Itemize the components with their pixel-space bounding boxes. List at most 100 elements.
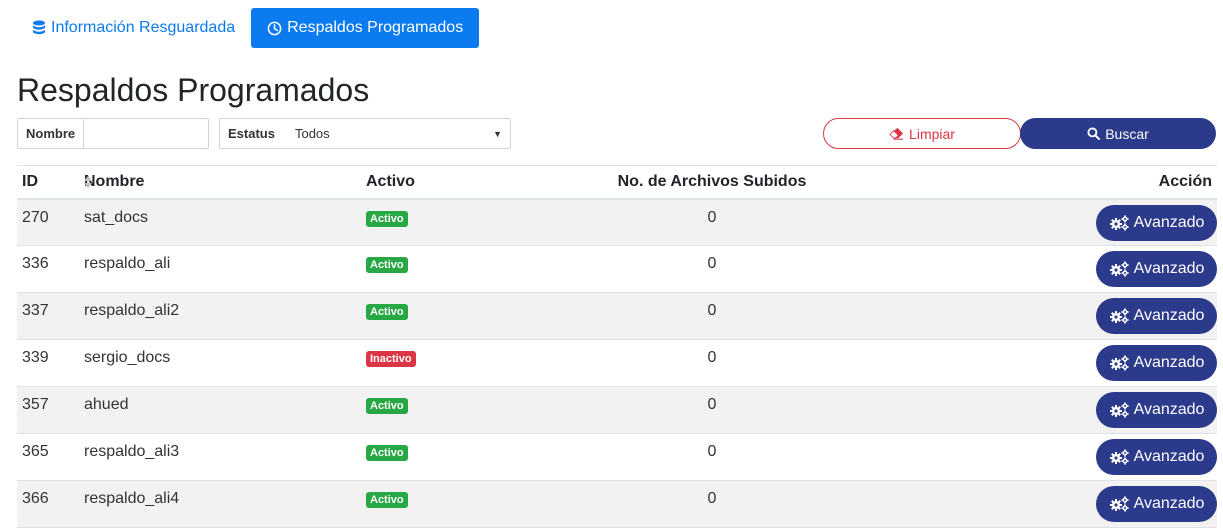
table-row: 357 ahued Activo 0 Avanzado	[17, 386, 1217, 434]
column-header-accion: Acción	[897, 165, 1217, 200]
table-body: 270 sat_docs Activo 0 Avanzado 336 respaldo_al…	[17, 198, 1217, 528]
cell-activo: Activo	[361, 481, 527, 528]
nombre-filter: Nombre	[17, 118, 209, 149]
cell-nombre: respaldo_ali	[84, 255, 171, 272]
cell-archivos: 0	[707, 490, 717, 507]
tab-informacion-resguardada[interactable]: Información Resguardada	[20, 8, 247, 48]
cell-archivos: 0	[707, 255, 717, 272]
database-icon	[33, 20, 45, 35]
gears-icon	[1109, 214, 1129, 231]
chevron-down-icon: ▼	[493, 128, 502, 139]
column-header-id[interactable]: ID	[17, 165, 92, 200]
cell-activo: Activo	[361, 387, 527, 434]
limpiar-label: Limpiar	[909, 125, 955, 142]
avanzado-label: Avanzado	[1133, 401, 1205, 418]
cell-nombre: ahued	[84, 396, 129, 413]
cell-id: 357	[22, 396, 49, 413]
status-badge: Inactivo	[366, 351, 416, 367]
eraser-icon	[889, 127, 904, 140]
avanzado-button[interactable]: Avanzado	[1096, 298, 1217, 334]
column-header-archivos[interactable]: No. de Archivos Subidos	[527, 165, 897, 200]
nombre-filter-label: Nombre	[18, 119, 85, 148]
cell-archivos: 0	[707, 443, 717, 460]
table-row: 365 respaldo_ali3 Activo 0 Avanzado	[17, 434, 1217, 481]
table-row: 366 respaldo_ali4 Activo 0 Avanzado	[17, 480, 1217, 528]
cell-accion: Avanzado	[897, 481, 1217, 528]
tab-label: Respaldos Programados	[287, 19, 464, 36]
status-badge: Activo	[366, 398, 408, 414]
cell-accion: Avanzado	[897, 293, 1217, 340]
sort-icon	[84, 176, 92, 188]
estatus-filter-label: Estatus	[220, 119, 283, 148]
avanzado-label: Avanzado	[1133, 307, 1205, 324]
gears-icon	[1109, 308, 1129, 324]
status-badge: Activo	[366, 304, 408, 320]
search-icon	[1087, 127, 1101, 140]
avanzado-label: Avanzado	[1133, 495, 1205, 512]
cell-nombre: sergio_docs	[84, 349, 171, 366]
tab-respaldos-programados[interactable]: Respaldos Programados	[251, 8, 480, 48]
gears-icon	[1109, 496, 1129, 512]
cell-accion: Avanzado	[897, 199, 1217, 246]
cell-accion: Avanzado	[897, 387, 1217, 434]
avanzado-button[interactable]: Avanzado	[1096, 439, 1217, 475]
cell-nombre: respaldo_ali3	[84, 443, 180, 460]
cell-nombre: respaldo_ali2	[84, 302, 180, 319]
cell-accion: Avanzado	[897, 340, 1217, 387]
cell-activo: Activo	[361, 246, 527, 293]
cell-id: 336	[22, 255, 49, 272]
avanzado-button[interactable]: Avanzado	[1096, 345, 1217, 381]
avanzado-button[interactable]: Avanzado	[1096, 251, 1217, 287]
status-badge: Activo	[366, 492, 408, 508]
avanzado-button[interactable]: Avanzado	[1096, 392, 1217, 428]
cell-archivos: 0	[707, 396, 717, 413]
avanzado-label: Avanzado	[1133, 448, 1205, 465]
cell-id: 339	[22, 349, 49, 366]
cell-id: 365	[22, 443, 49, 460]
cell-id: 366	[22, 490, 49, 507]
gears-icon	[1109, 261, 1129, 277]
cell-archivos: 0	[707, 302, 717, 319]
status-badge: Activo	[366, 257, 408, 273]
cell-accion: Avanzado	[897, 434, 1217, 481]
avanzado-label: Avanzado	[1133, 354, 1205, 371]
avanzado-label: Avanzado	[1133, 260, 1205, 277]
cell-archivos: 0	[707, 349, 717, 366]
cell-activo: Activo	[361, 293, 527, 340]
cell-nombre: respaldo_ali4	[84, 490, 180, 507]
cell-archivos: 0	[707, 208, 717, 226]
table-row: 337 respaldo_ali2 Activo 0 Avanzado	[17, 292, 1217, 340]
cell-activo: Inactivo	[361, 340, 527, 387]
limpiar-button[interactable]: Limpiar	[823, 118, 1021, 149]
estatus-filter: Estatus Todos ▼	[219, 118, 511, 149]
avanzado-button[interactable]: Avanzado	[1096, 486, 1217, 522]
gears-icon	[1109, 402, 1129, 418]
table-header-row: ID Nombre Activo No. de Archivos Subidos…	[17, 165, 1217, 200]
status-badge: Activo	[366, 445, 408, 461]
tab-label: Información Resguardada	[51, 19, 236, 36]
cell-accion: Avanzado	[897, 246, 1217, 293]
table-row: 336 respaldo_ali Activo 0 Avanzado	[17, 246, 1217, 293]
tab-bar: Información Resguardada Respaldos Progra…	[20, 8, 480, 48]
column-header-activo[interactable]: Activo	[361, 165, 527, 200]
column-header-nombre[interactable]: Nombre	[79, 165, 361, 200]
gears-icon	[1109, 449, 1129, 465]
cell-activo: Activo	[361, 434, 527, 481]
avanzado-button[interactable]: Avanzado	[1096, 204, 1217, 241]
estatus-select[interactable]: Todos ▼	[283, 119, 510, 148]
gears-icon	[1109, 355, 1129, 371]
avanzado-label: Avanzado	[1133, 213, 1205, 231]
estatus-selected-value: Todos	[294, 126, 330, 141]
status-badge: Activo	[366, 210, 408, 227]
table-row: 270 sat_docs Activo 0 Avanzado	[17, 198, 1217, 246]
cell-id: 270	[22, 208, 49, 226]
cell-id: 337	[22, 302, 49, 319]
cell-activo: Activo	[361, 199, 527, 246]
respaldos-table: ID Nombre Activo No. de Archivos Subidos…	[17, 165, 1217, 528]
nombre-input[interactable]	[84, 119, 206, 148]
clock-icon	[267, 21, 282, 35]
buscar-label: Buscar	[1105, 125, 1149, 142]
page-title: Respaldos Programados	[17, 72, 370, 108]
table-row: 339 sergio_docs Inactivo 0 Avanzado	[17, 340, 1217, 387]
buscar-button[interactable]: Buscar	[1020, 118, 1216, 149]
